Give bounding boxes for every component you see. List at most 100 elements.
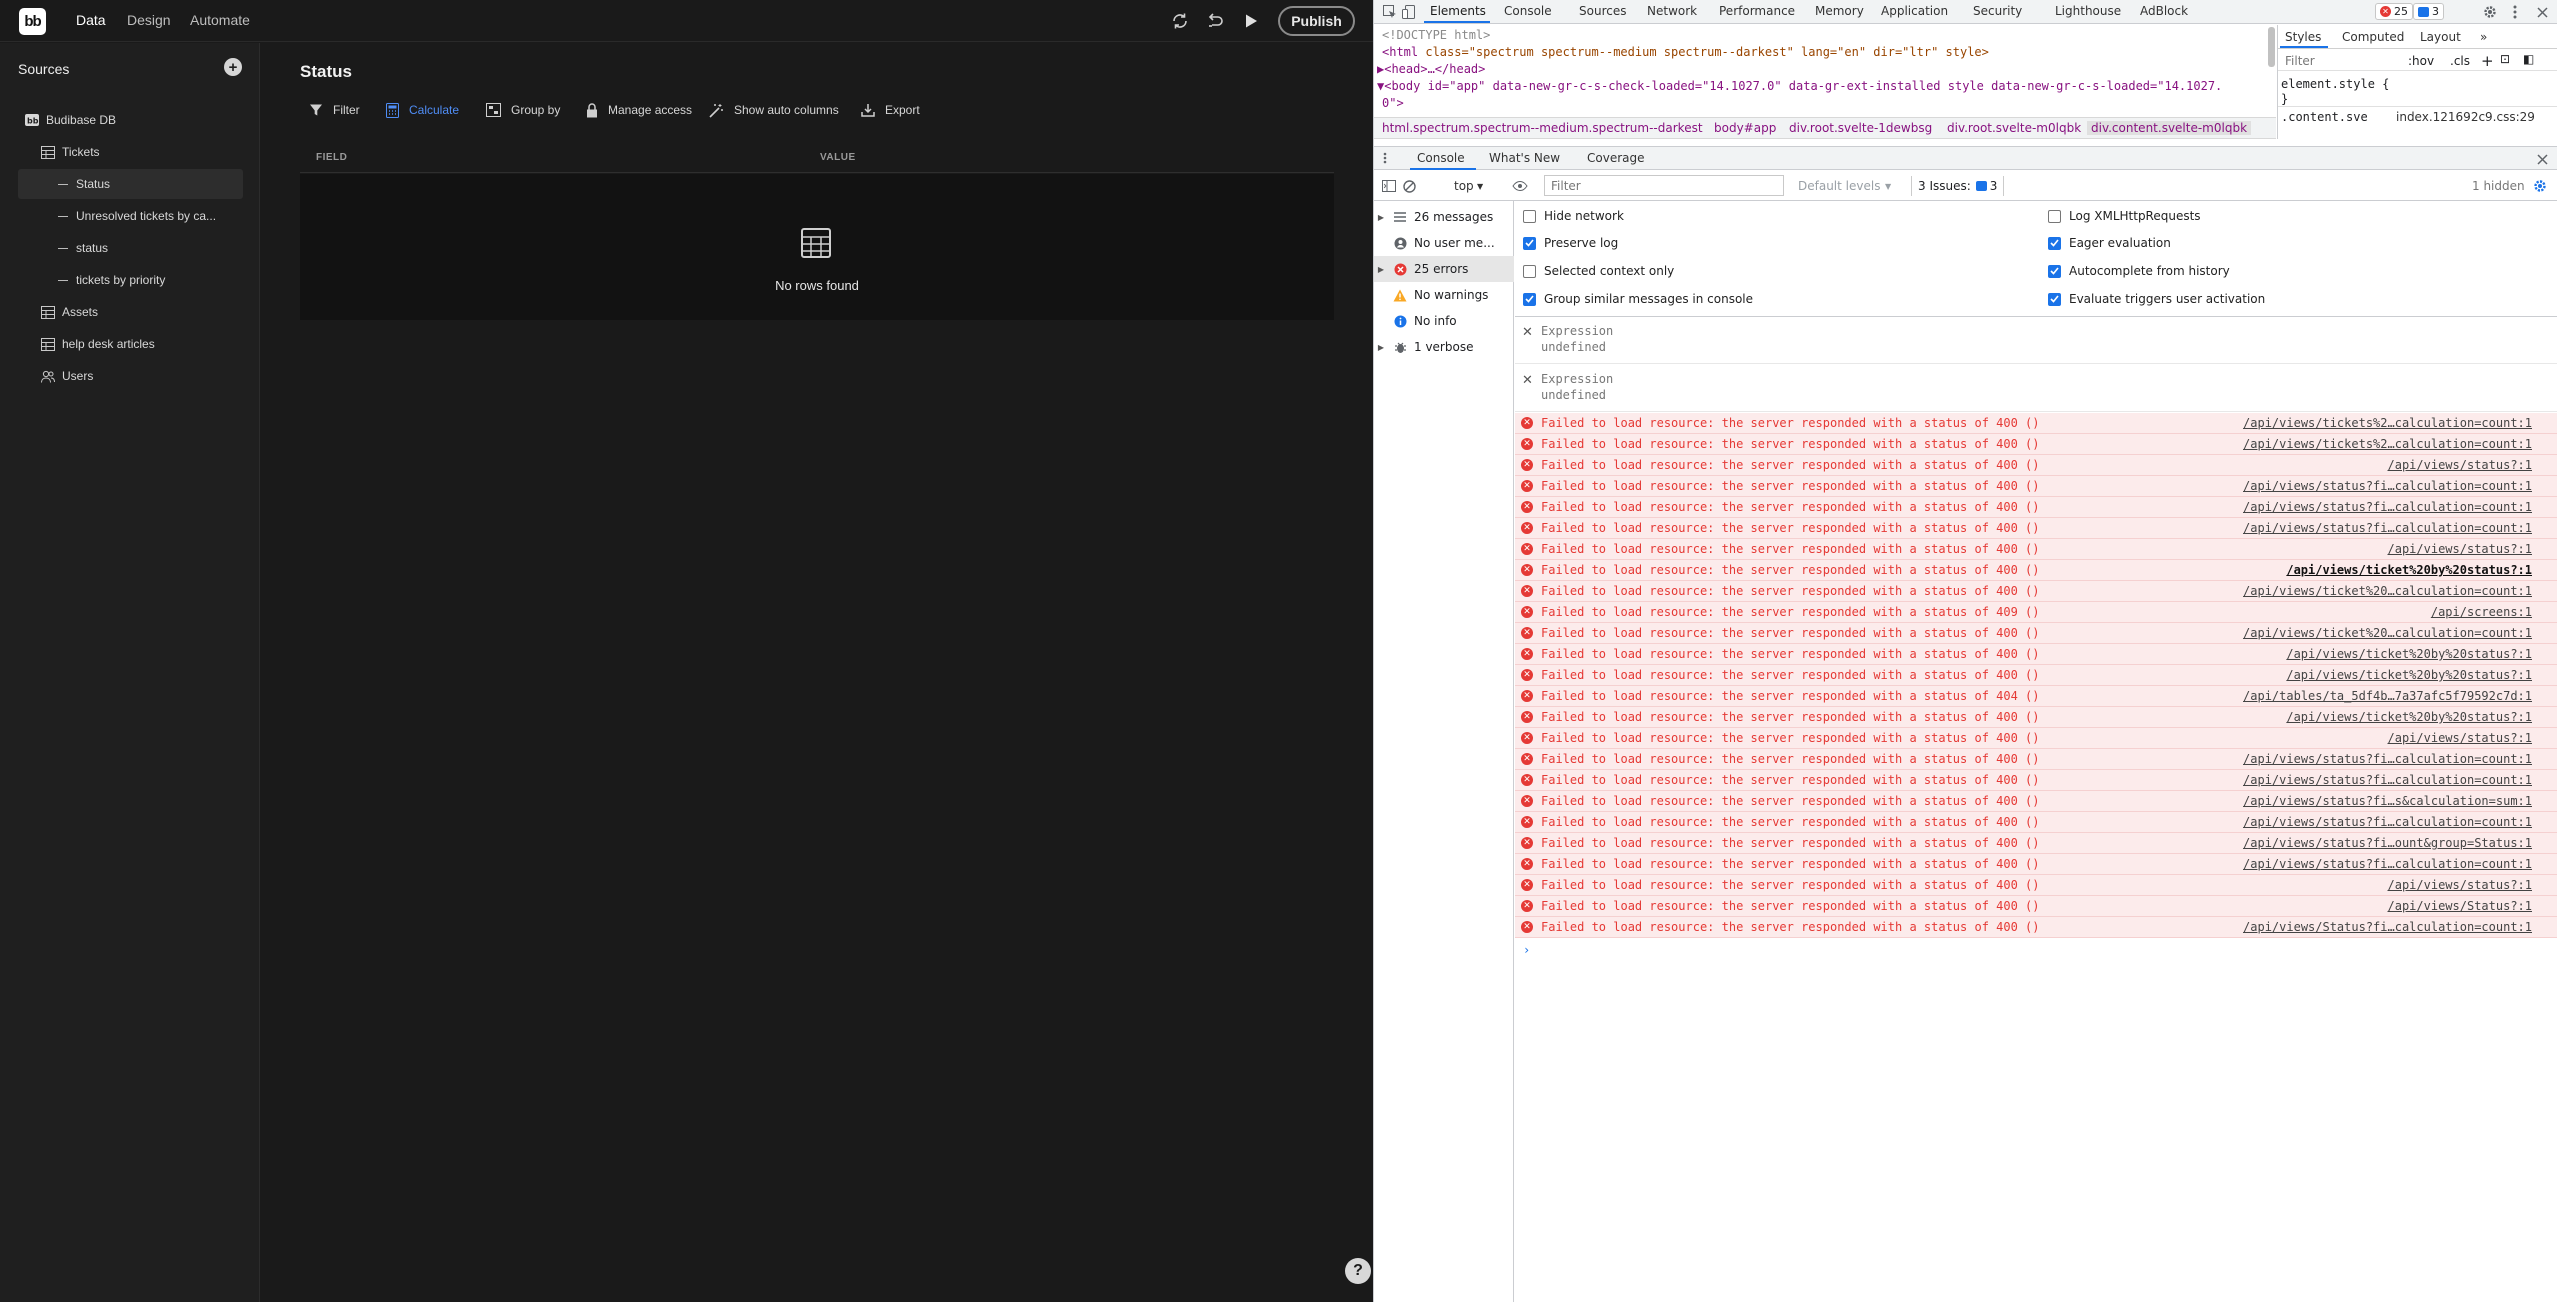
sidebar-item-tickets[interactable]: Tickets bbox=[21, 137, 243, 167]
error-source-link[interactable]: /api/views/Status?fi…calculation=count:1 bbox=[2243, 920, 2532, 934]
drawer-tab-whats-new[interactable]: What's New bbox=[1489, 151, 1560, 165]
selected-context-only-checkbox[interactable]: Selected context only bbox=[1523, 264, 1674, 278]
device-toolbar-icon[interactable] bbox=[1401, 4, 1417, 20]
error-source-link[interactable]: /api/tables/ta_5df4b…7a37afc5f79592c7d:1 bbox=[2243, 689, 2532, 703]
message-count-badge[interactable]: 3 bbox=[2413, 3, 2444, 20]
tab-network[interactable]: Network bbox=[1647, 4, 1697, 18]
tab-lighthouse[interactable]: Lighthouse bbox=[2055, 4, 2121, 18]
styles-filter-input[interactable]: Filter bbox=[2285, 54, 2315, 68]
breadcrumb-item[interactable]: div.root.svelte-m0lqbk bbox=[1947, 121, 2081, 135]
sidebar-item-status-view[interactable]: Status bbox=[18, 169, 243, 199]
head-line[interactable]: ▶<head>…</head> bbox=[1377, 62, 1485, 76]
expression-label[interactable]: Expression bbox=[1541, 324, 1613, 338]
sidebar-item-status[interactable]: status bbox=[18, 233, 243, 263]
console-error-row[interactable]: ✕ Failed to load resource: the server res… bbox=[1515, 665, 2557, 686]
breadcrumb-item-selected[interactable]: div.content.svelte-m0lqbk bbox=[2087, 121, 2252, 135]
sidebar-user-messages[interactable]: No user me... bbox=[1374, 230, 1514, 256]
group-by-button[interactable]: Group by bbox=[486, 99, 560, 121]
tab-elements[interactable]: Elements bbox=[1430, 4, 1486, 18]
doctype-line[interactable]: <!DOCTYPE html> bbox=[1382, 28, 1490, 42]
console-error-row[interactable]: ✕ Failed to load resource: the server res… bbox=[1515, 854, 2557, 875]
breadcrumb-item[interactable]: div.root.svelte-1dewbsg bbox=[1789, 121, 1932, 135]
console-error-row[interactable]: ✕ Failed to load resource: the server res… bbox=[1515, 497, 2557, 518]
error-source-link[interactable]: /api/views/status?:1 bbox=[2388, 878, 2533, 892]
toggle-sidebar-icon[interactable]: ⊡ bbox=[2500, 52, 2510, 66]
sidebar-item-assets[interactable]: Assets bbox=[21, 297, 243, 327]
add-source-icon[interactable]: + bbox=[224, 58, 242, 76]
close-devtools-icon[interactable] bbox=[2534, 4, 2550, 20]
settings-gear-icon[interactable] bbox=[2482, 4, 2498, 20]
show-auto-columns-button[interactable]: Show auto columns bbox=[709, 99, 839, 121]
tab-console[interactable]: Console bbox=[1504, 4, 1552, 18]
export-button[interactable]: Export bbox=[861, 99, 920, 121]
console-error-row[interactable]: ✕ Failed to load resource: the server res… bbox=[1515, 728, 2557, 749]
new-style-rule-icon[interactable]: + bbox=[2481, 52, 2494, 70]
console-error-row[interactable]: ✕ Failed to load resource: the server res… bbox=[1515, 875, 2557, 896]
error-source-link[interactable]: /api/screens:1 bbox=[2431, 605, 2532, 619]
console-error-row[interactable]: ✕ Failed to load resource: the server res… bbox=[1515, 602, 2557, 623]
console-error-row[interactable]: ✕ Failed to load resource: the server res… bbox=[1515, 581, 2557, 602]
tab-security[interactable]: Security bbox=[1973, 4, 2022, 18]
tab-sources[interactable]: Sources bbox=[1579, 4, 1626, 18]
sidebar-info[interactable]: No info bbox=[1374, 308, 1514, 334]
elements-scrollbar[interactable] bbox=[2268, 27, 2275, 67]
sidebar-verbose[interactable]: ▶ 1 verbose bbox=[1374, 334, 1514, 360]
html-line[interactable]: <html class="spectrum spectrum--medium s… bbox=[1382, 45, 1989, 59]
nav-tab-data[interactable]: Data bbox=[76, 12, 106, 28]
context-selector[interactable]: top bbox=[1454, 179, 1474, 193]
console-error-row[interactable]: ✕ Failed to load resource: the server res… bbox=[1515, 812, 2557, 833]
nav-tab-automate[interactable]: Automate bbox=[190, 12, 250, 28]
tab-computed[interactable]: Computed bbox=[2342, 30, 2404, 44]
expression-label[interactable]: Expression bbox=[1541, 372, 1613, 386]
error-source-link[interactable]: /api/views/ticket%20by%20status?:1 bbox=[2286, 563, 2532, 577]
error-source-link[interactable]: /api/views/status?fi…calculation=count:1 bbox=[2243, 773, 2532, 787]
console-error-row[interactable]: ✕ Failed to load resource: the server res… bbox=[1515, 770, 2557, 791]
sidebar-messages[interactable]: ▶ 26 messages bbox=[1374, 204, 1514, 230]
error-source-link[interactable]: /api/views/status?:1 bbox=[2388, 458, 2533, 472]
undo-icon[interactable] bbox=[1203, 9, 1227, 33]
sidebar-item-users[interactable]: Users bbox=[21, 361, 243, 391]
error-source-link[interactable]: /api/views/status?fi…ount&group=Status:1 bbox=[2243, 836, 2532, 850]
console-error-row[interactable]: ✕ Failed to load resource: the server res… bbox=[1515, 539, 2557, 560]
column-header-field[interactable]: FIELD bbox=[316, 152, 347, 163]
tab-styles[interactable]: Styles bbox=[2285, 30, 2321, 44]
nav-tab-design[interactable]: Design bbox=[127, 12, 171, 28]
console-error-row[interactable]: ✕ Failed to load resource: the server res… bbox=[1515, 749, 2557, 770]
remove-expression-icon[interactable]: ✕ bbox=[1522, 325, 1533, 340]
console-error-row[interactable]: ✕ Failed to load resource: the server res… bbox=[1515, 707, 2557, 728]
manage-access-button[interactable]: Manage access bbox=[586, 99, 692, 121]
log-levels-dropdown[interactable]: Default levels bbox=[1798, 179, 1880, 193]
refresh-icon[interactable] bbox=[1168, 9, 1192, 33]
error-count-badge[interactable]: ✕ 25 bbox=[2375, 3, 2413, 20]
drawer-tab-coverage[interactable]: Coverage bbox=[1587, 151, 1645, 165]
console-error-row[interactable]: ✕ Failed to load resource: the server res… bbox=[1515, 476, 2557, 497]
drawer-tab-console[interactable]: Console bbox=[1417, 151, 1465, 165]
console-error-row[interactable]: ✕ Failed to load resource: the server res… bbox=[1515, 896, 2557, 917]
console-error-row[interactable]: ✕ Failed to load resource: the server res… bbox=[1515, 518, 2557, 539]
tab-adblock[interactable]: AdBlock bbox=[2140, 4, 2188, 18]
cls-toggle[interactable]: .cls bbox=[2450, 54, 2470, 68]
console-error-row[interactable]: ✕ Failed to load resource: the server res… bbox=[1515, 644, 2557, 665]
clear-console-icon[interactable] bbox=[1401, 178, 1417, 194]
element-style-rule[interactable]: element.style { bbox=[2281, 77, 2389, 91]
error-source-link[interactable]: /api/views/status?fi…s&calculation=sum:1 bbox=[2243, 794, 2532, 808]
console-filter-input[interactable]: Filter bbox=[1544, 175, 1784, 196]
eager-evaluation-checkbox[interactable]: Eager evaluation bbox=[2048, 236, 2171, 250]
console-error-row[interactable]: ✕ Failed to load resource: the server res… bbox=[1515, 434, 2557, 455]
console-error-row[interactable]: ✕ Failed to load resource: the server res… bbox=[1515, 833, 2557, 854]
error-source-link[interactable]: /api/views/ticket%20by%20status?:1 bbox=[2286, 668, 2532, 682]
tab-application[interactable]: Application bbox=[1881, 4, 1948, 18]
console-error-row[interactable]: ✕ Failed to load resource: the server res… bbox=[1515, 413, 2557, 434]
console-settings-icon[interactable] bbox=[2532, 178, 2548, 194]
evaluate-triggers-checkbox[interactable]: Evaluate triggers user activation bbox=[2048, 292, 2265, 306]
hov-toggle[interactable]: :hov bbox=[2408, 54, 2434, 68]
issues-button[interactable]: 3 Issues: 3 bbox=[1911, 176, 2005, 196]
console-error-row[interactable]: ✕ Failed to load resource: the server res… bbox=[1515, 455, 2557, 476]
preserve-log-checkbox[interactable]: Preserve log bbox=[1523, 236, 1618, 250]
more-tabs-icon[interactable]: » bbox=[2480, 30, 2487, 44]
error-source-link[interactable]: /api/views/status?fi…calculation=count:1 bbox=[2243, 521, 2532, 535]
tab-layout[interactable]: Layout bbox=[2420, 30, 2461, 44]
log-xmlhttprequests-checkbox[interactable]: Log XMLHttpRequests bbox=[2048, 209, 2201, 223]
style-source-link[interactable]: index.121692c9.css:29 bbox=[2396, 110, 2535, 124]
autocomplete-from-history-checkbox[interactable]: Autocomplete from history bbox=[2048, 264, 2230, 278]
